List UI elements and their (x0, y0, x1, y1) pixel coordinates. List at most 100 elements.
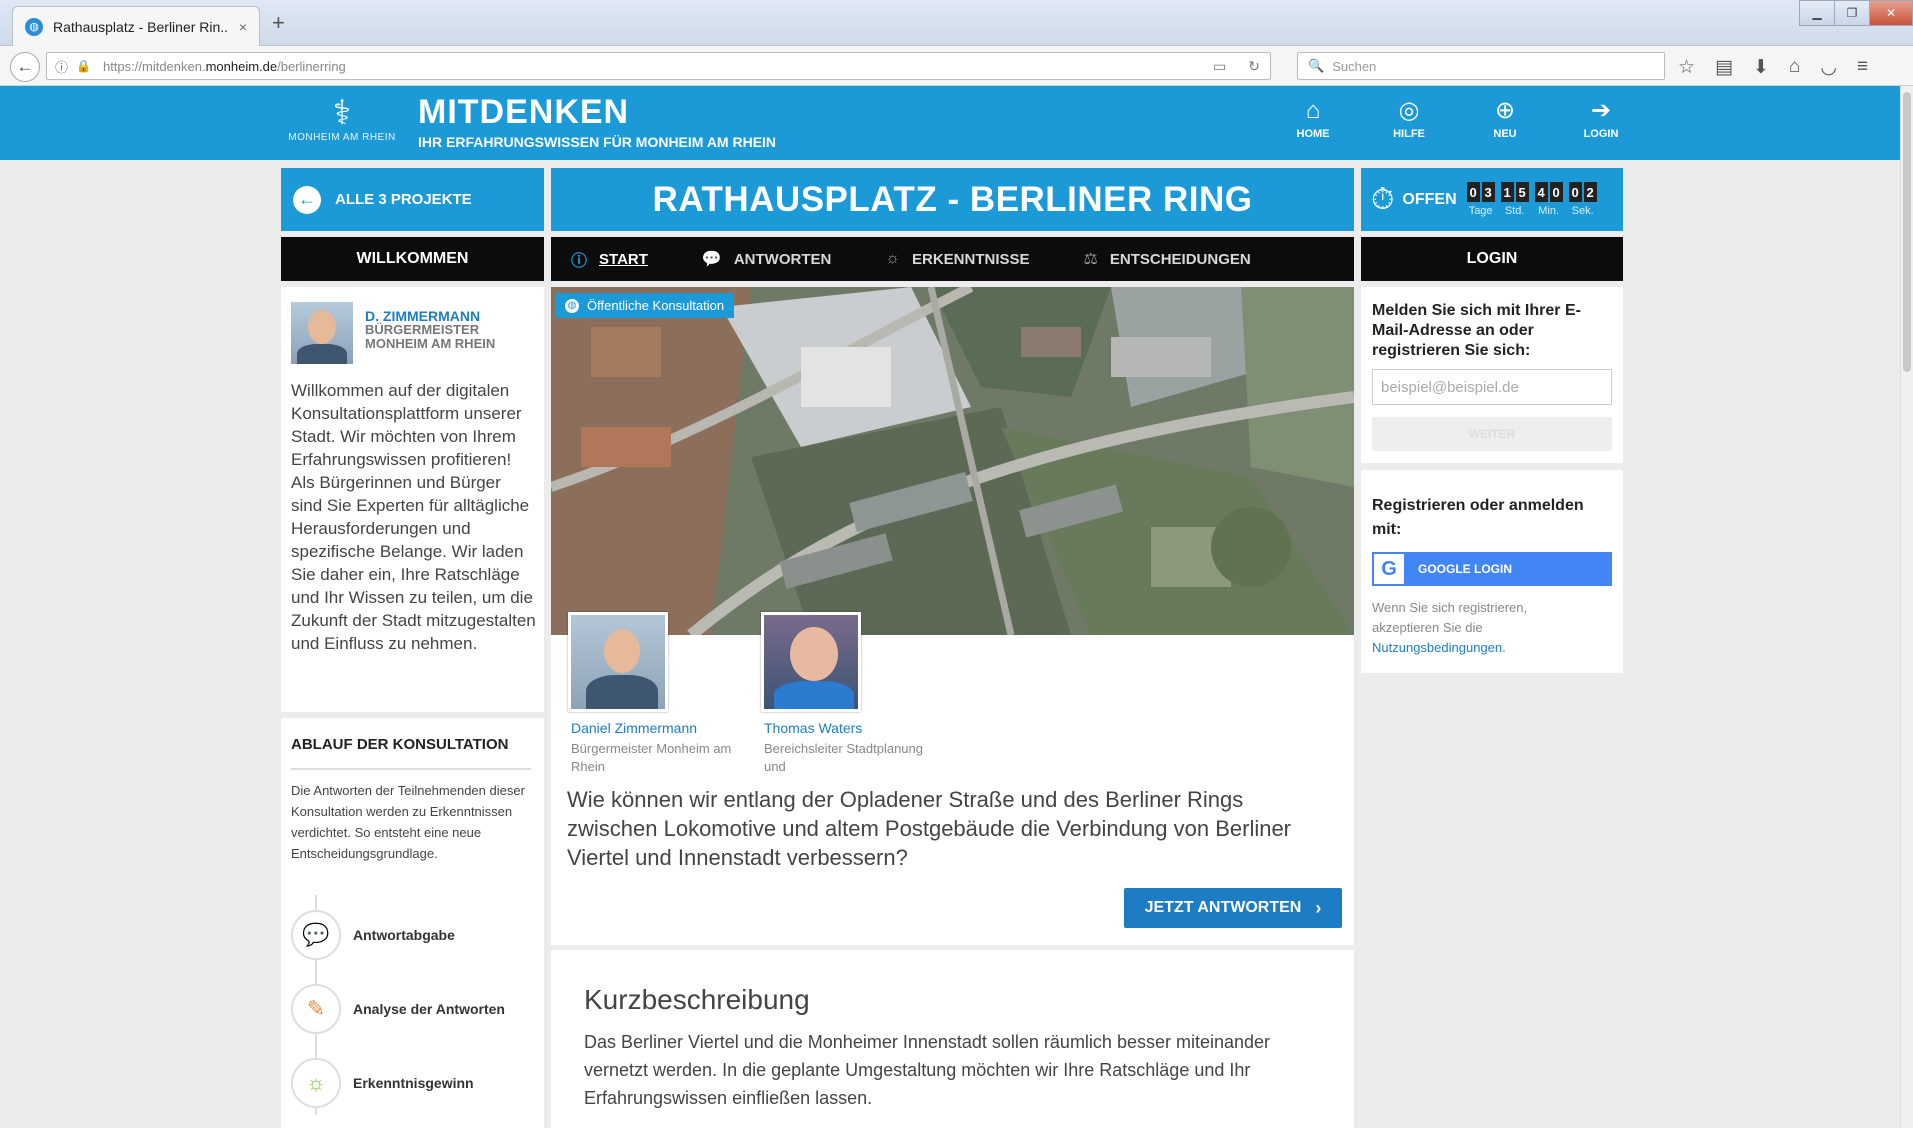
tab-label: ERKENNTNISSE (912, 250, 1030, 268)
welcome-text: Willkommen auf der digitalen Konsultatio… (291, 381, 536, 653)
person-name[interactable]: Thomas Waters (764, 720, 862, 736)
countdown-digit: 4 (1534, 182, 1548, 202)
step-insight: ☼ Erkenntnisgewinn (291, 1058, 474, 1108)
person-name[interactable]: Daniel Zimmermann (571, 720, 697, 736)
countdown-unit: Tage (1468, 205, 1493, 217)
browser-search[interactable]: 🔍 Suchen (1297, 52, 1665, 80)
download-icon[interactable]: ⬇ (1753, 56, 1769, 79)
browser-tab[interactable]: ◍ Rathausplatz - Berliner Rin... × (12, 6, 260, 46)
search-icon: 🔍 (1308, 58, 1325, 73)
email-field[interactable] (1372, 369, 1612, 405)
description-title: Kurzbeschreibung (584, 984, 810, 1015)
tab-decisions[interactable]: ⚖ ENTSCHEIDUNGEN (1084, 249, 1251, 269)
tab-label: ANTWORTEN (733, 250, 832, 268)
bookmarks-library-icon[interactable]: ▤ (1715, 56, 1733, 79)
step-analysis: ✎ Analyse der Antworten (291, 984, 505, 1034)
reader-view-icon[interactable]: ▭ (1213, 58, 1226, 75)
nav-login[interactable]: ➔ LOGIN (1553, 98, 1649, 141)
tab-title: Rathausplatz - Berliner Rin... (53, 18, 229, 35)
all-projects-label: ALLE 3 PROJEKTE (335, 191, 472, 208)
page-scrollbar[interactable] (1900, 86, 1913, 1128)
countdown: 03 15 40 02 Tage Std. Min. Sek. (1466, 182, 1597, 217)
badge-label: Öffentliche Konsultation (587, 298, 725, 313)
decision-icon: ⚖ (1083, 251, 1098, 268)
nav-label: HOME (1296, 128, 1330, 140)
close-tab-icon[interactable]: × (239, 19, 247, 35)
nav-new[interactable]: ⊕ NEU (1457, 98, 1553, 141)
tab-welcome[interactable]: WILLKOMMEN (281, 237, 544, 281)
tab-answers[interactable]: 💬 ANTWORTEN (702, 249, 831, 269)
help-icon: ◎ (1398, 97, 1420, 124)
info-icon[interactable]: ⓘ (55, 57, 68, 76)
countdown-unit: Std. (1504, 205, 1525, 217)
stork-logo-icon: ⚕ (332, 94, 352, 132)
countdown-hours: 15 (1500, 182, 1529, 202)
answer-now-button[interactable]: JETZT ANTWORTEN › (1124, 888, 1342, 928)
google-login-button[interactable]: G GOOGLE LOGIN (1372, 552, 1612, 586)
answer-button-label: JETZT ANTWORTEN (1144, 899, 1302, 916)
person-photo-waters[interactable] (761, 612, 861, 712)
minimize-button[interactable]: ▁ (1799, 0, 1835, 26)
step-answer: 💬 Antwortabgabe (291, 910, 455, 960)
status-label: OFFEN (1402, 190, 1457, 208)
mayor-role: BÜRGERMEISTER (365, 322, 480, 337)
scrollbar-thumb[interactable] (1903, 92, 1911, 372)
close-window-button[interactable]: ✕ (1869, 0, 1913, 26)
continue-button[interactable]: WEITER (1372, 417, 1612, 451)
login-prompt: Melden Sie sich mit Ihrer E-Mail-Adresse… (1372, 302, 1581, 359)
home-icon[interactable]: ⌂ (1789, 56, 1800, 79)
menu-icon[interactable]: ≡ (1857, 56, 1868, 79)
nav-label: LOGIN (1583, 128, 1619, 140)
terms-text: Wenn Sie sich registrieren, akzeptieren … (1372, 598, 1572, 658)
tab-label: START (599, 250, 648, 268)
reload-icon[interactable]: ↻ (1248, 58, 1260, 75)
tab-login[interactable]: LOGIN (1361, 237, 1623, 281)
mayor-avatar (291, 302, 353, 364)
terms-link[interactable]: Nutzungsbedingungen. (1372, 640, 1506, 655)
countdown-digit: 1 (1500, 182, 1514, 202)
logo-city: MONHEIM AM RHEIN (288, 132, 396, 143)
url-bar[interactable]: ⓘ 🔒 https://mitdenken.monheim.de/berline… (46, 52, 1271, 80)
all-projects-button[interactable]: ← ALLE 3 PROJEKTE (281, 168, 544, 231)
countdown-seconds: 02 (1568, 182, 1597, 202)
register-title: Registrieren oder anmelden mit: (1372, 497, 1584, 538)
countdown-unit: Min. (1538, 205, 1560, 217)
countdown-days: 03 (1466, 182, 1495, 202)
mayor-name[interactable]: D. ZIMMERMANN (365, 309, 495, 323)
project-title: RATHAUSPLATZ - BERLINER RING (551, 168, 1354, 231)
globe-icon: ◍ (565, 298, 579, 313)
browser-navbar: ← ⓘ 🔒 https://mitdenken.monheim.de/berli… (0, 46, 1913, 86)
brand-tagline: IHR ERFAHRUNGSWISSEN FÜR MONHEIM AM RHEI… (418, 134, 777, 150)
bookmark-star-icon[interactable]: ☆ (1678, 56, 1695, 79)
back-button[interactable]: ← (10, 52, 40, 82)
pocket-icon[interactable]: ◡ (1820, 56, 1837, 79)
new-tab-button[interactable]: + (272, 10, 285, 36)
person-role: Bürgermeister Monheim am Rhein (571, 741, 732, 774)
tab-start[interactable]: ⓘ START (571, 247, 648, 271)
step-label: Erkenntnisgewinn (353, 1075, 474, 1091)
maximize-button[interactable]: ❐ (1834, 0, 1870, 26)
arrow-left-circle-icon: ← (293, 185, 321, 214)
nav-home[interactable]: ⌂ HOME (1265, 97, 1361, 141)
divider (291, 768, 531, 770)
window-controls: ▁ ❐ ✕ (1799, 0, 1913, 26)
countdown-minutes: 40 (1534, 182, 1563, 202)
browser-toolbar-icons: ☆ ▤ ⬇ ⌂ ◡ ≡ (1678, 56, 1868, 79)
tab-insights[interactable]: ☼ ERKENNTNISSE (885, 250, 1029, 268)
description-text: Das Berliner Viertel und die Monheimer I… (584, 1032, 1271, 1108)
url-tools: ▭ ↻ (1213, 58, 1260, 75)
person-photo-zimmermann[interactable] (568, 612, 668, 712)
tab-label: ENTSCHEIDUNGEN (1109, 250, 1251, 268)
nav-help[interactable]: ◎ HILFE (1361, 97, 1457, 141)
brand[interactable]: MITDENKEN IHR ERFAHRUNGSWISSEN FÜR MONHE… (418, 92, 776, 150)
countdown-digit: 2 (1583, 182, 1597, 202)
pencil-icon: ✎ (291, 984, 341, 1034)
google-login-label: GOOGLE LOGIN (1418, 562, 1513, 576)
countdown-digit: 3 (1481, 182, 1495, 202)
city-logo[interactable]: ⚕ MONHEIM AM RHEIN (282, 94, 402, 148)
project-tabs: ⓘ START 💬 ANTWORTEN ☼ ERKENNTNISSE ⚖ ENT… (551, 237, 1354, 281)
nav-label: NEU (1493, 128, 1517, 140)
person-role: Bereichsleiter Stadtplanung und (764, 741, 923, 774)
home-icon: ⌂ (1305, 97, 1321, 124)
terms-prefix: Wenn Sie sich registrieren, akzeptieren … (1372, 600, 1528, 635)
